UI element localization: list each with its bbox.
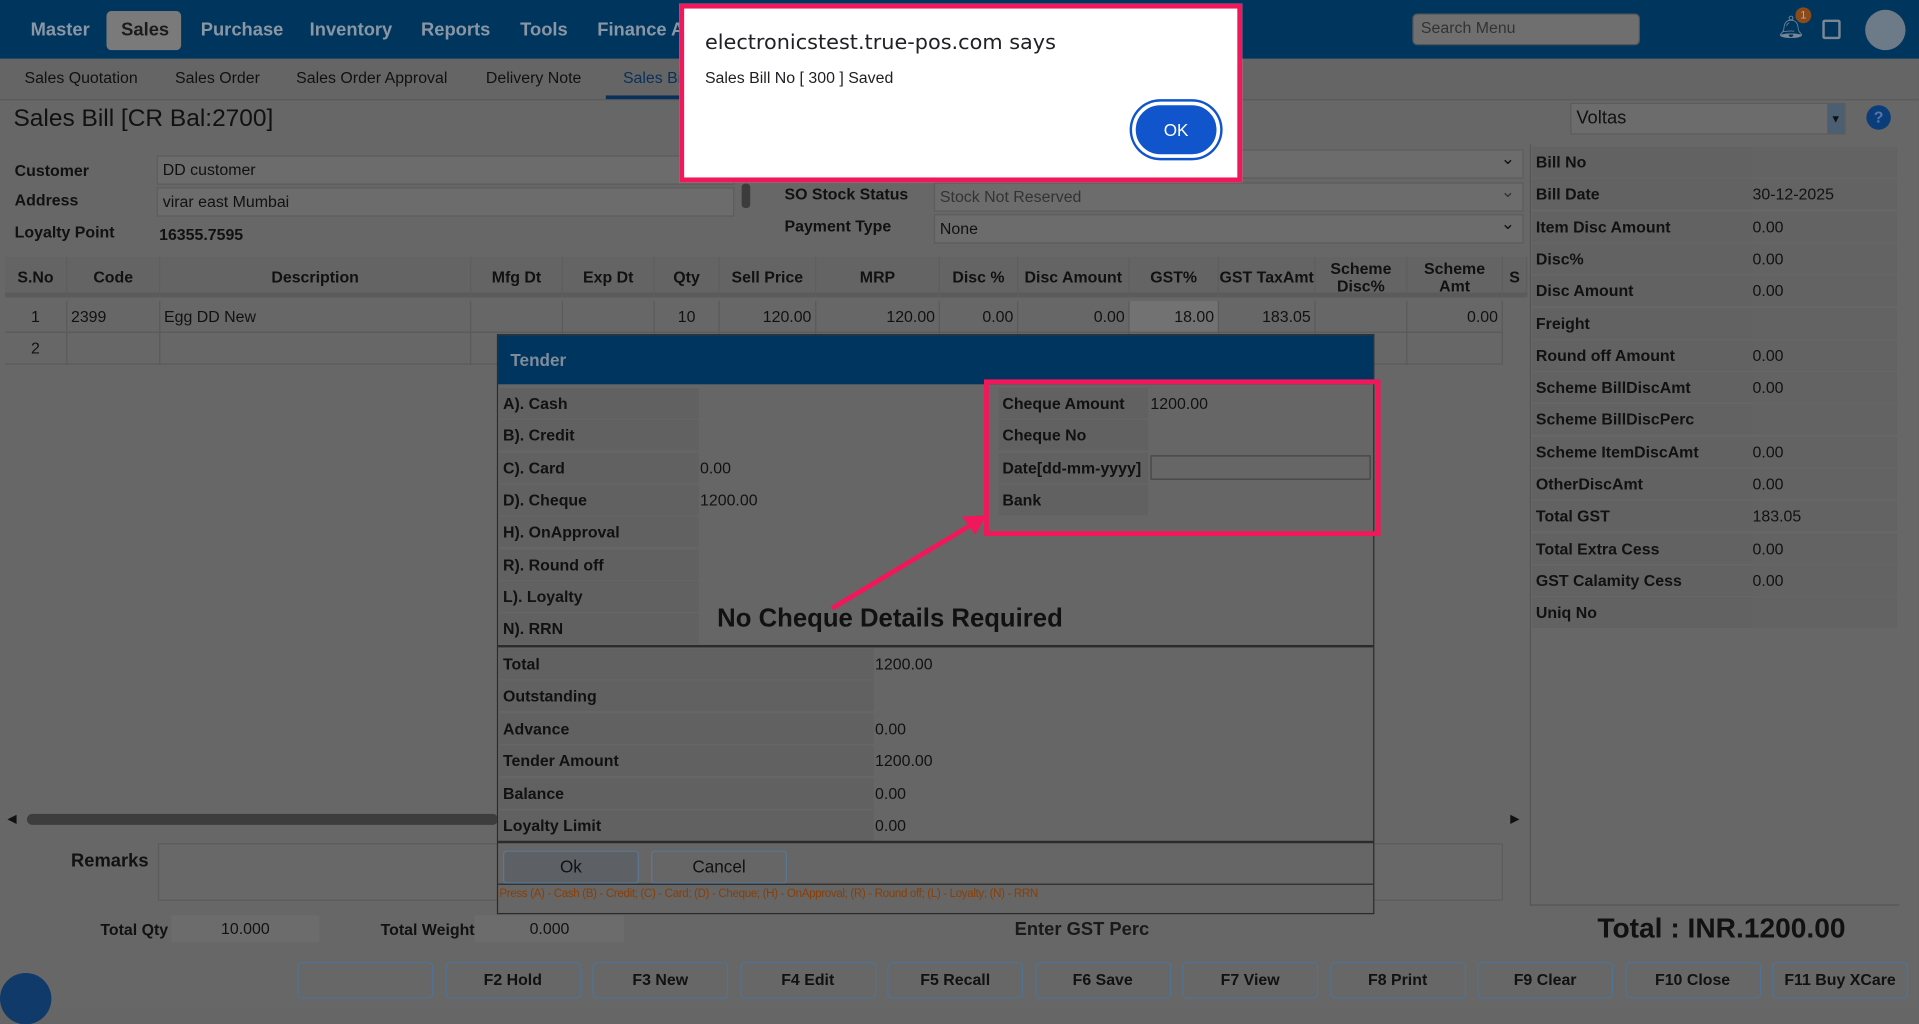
arrow-line: [830, 521, 975, 611]
alert-origin: electronicstest.true-pos.com says: [704, 30, 1056, 56]
alert-message: Sales Bill No [ 300 ] Saved: [704, 68, 894, 87]
arrow-head: [961, 515, 987, 535]
annotation-text: No Cheque Details Required: [717, 604, 1063, 633]
sales-bill-screen: Master Sales Purchase Inventory Reports …: [0, 0, 1919, 1024]
browser-alert: electronicstest.true-pos.com says Sales …: [679, 3, 1243, 183]
alert-ok-button[interactable]: OK: [1132, 101, 1221, 158]
